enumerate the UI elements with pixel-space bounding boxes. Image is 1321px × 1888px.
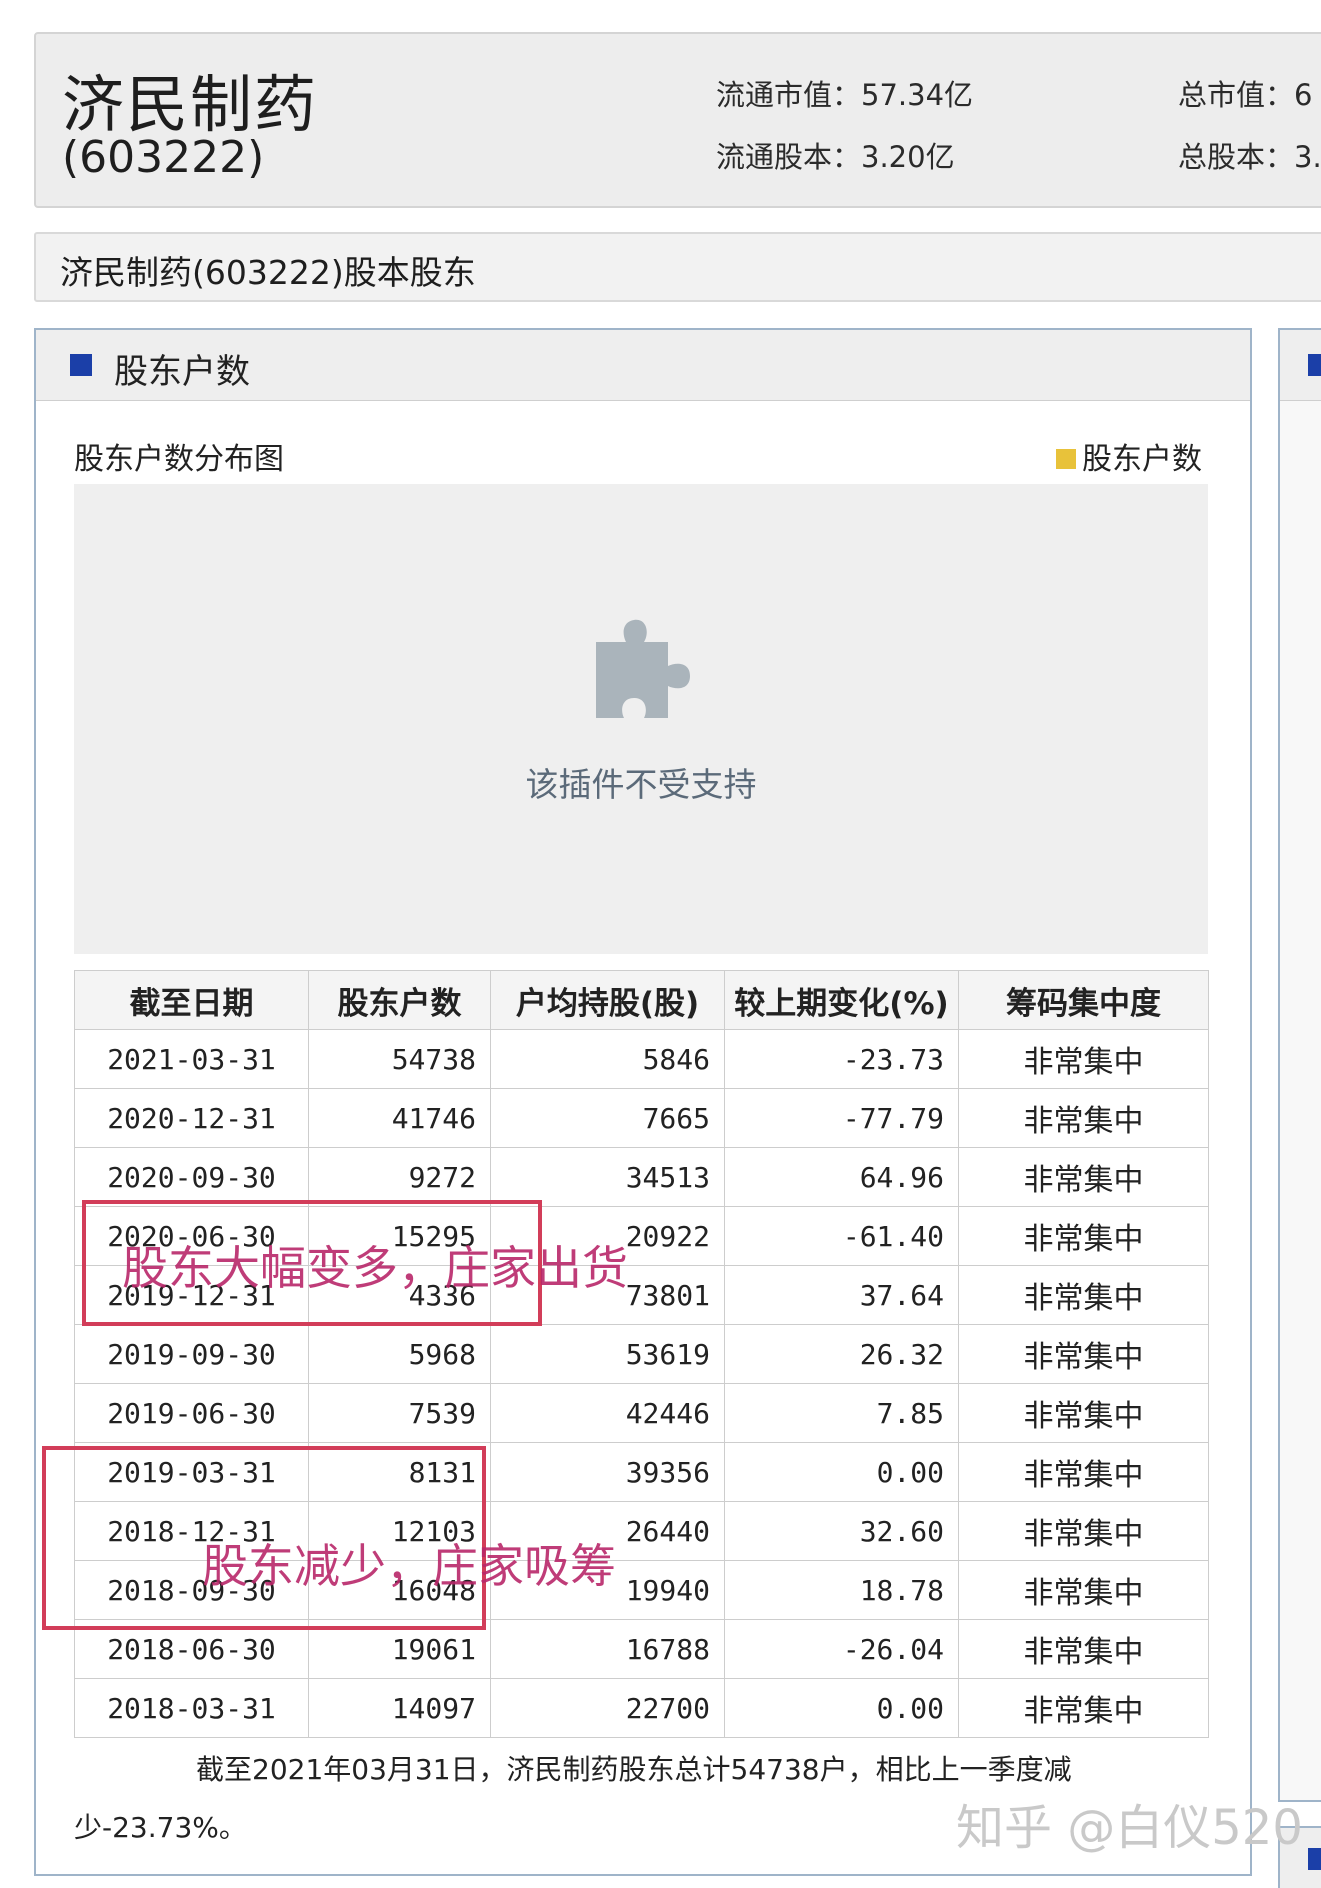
- cell-concentration: 非常集中: [958, 1619, 1209, 1679]
- cell-avg-shares: 34513: [490, 1147, 725, 1207]
- square-bullet-icon: [1308, 354, 1321, 376]
- cell-change: 7.85: [724, 1383, 959, 1443]
- cell-change: 0.00: [724, 1442, 959, 1502]
- total-mv-label: 总市值：: [1178, 78, 1295, 112]
- legend-swatch: [1056, 448, 1076, 469]
- float-shares: 流通股本：3.20亿: [716, 134, 955, 176]
- cell-change: -26.04: [724, 1619, 959, 1679]
- stock-header: 济民制药 (603222) 流通市值：57.34亿 流通股本：3.20亿 总市值…: [34, 32, 1321, 208]
- cell-change: 26.32: [724, 1324, 959, 1384]
- square-bullet-icon: [70, 354, 92, 376]
- cell-change: 18.78: [724, 1560, 959, 1620]
- float-shares-label: 流通股本：: [716, 140, 862, 174]
- cell-concentration: 非常集中: [958, 1560, 1209, 1620]
- cell-holders: 5968: [308, 1324, 491, 1384]
- cell-date: 2019-06-30: [74, 1383, 309, 1443]
- column-header-avg-shares: 户均持股(股): [490, 970, 725, 1030]
- summary-text-line2: 少-23.73%。: [74, 1811, 247, 1844]
- total-shares: 总股本：3.: [1178, 134, 1321, 176]
- column-header-holders: 股东户数: [308, 970, 491, 1030]
- float-mv-label: 流通市值：: [716, 78, 862, 112]
- table-row: 2019-09-30 5968 53619 26.32 非常集中: [74, 1324, 1209, 1384]
- table-row: 2020-12-31 41746 7665 -77.79 非常集中: [74, 1088, 1209, 1148]
- chart-title: 股东户数分布图: [74, 442, 284, 477]
- total-mv-value: 6: [1294, 78, 1313, 112]
- cell-change: -77.79: [724, 1088, 959, 1148]
- cell-holders: 41746: [308, 1088, 491, 1148]
- cell-concentration: 非常集中: [958, 1206, 1209, 1266]
- table-row: 2019-06-30 7539 42446 7.85 非常集中: [74, 1383, 1209, 1443]
- cell-date: 2020-12-31: [74, 1088, 309, 1148]
- cell-concentration: 非常集中: [958, 1678, 1209, 1738]
- plugin-placeholder[interactable]: 该插件不受支持: [74, 484, 1208, 954]
- column-header-concentration: 筹码集中度: [958, 970, 1209, 1030]
- cell-change: 32.60: [724, 1501, 959, 1561]
- cell-change: 64.96: [724, 1147, 959, 1207]
- legend-label: 股东户数: [1082, 442, 1202, 477]
- panel-header: 股东户数: [36, 330, 1250, 401]
- cell-date: 2021-03-31: [74, 1029, 309, 1089]
- chart-legend: 股东户数: [1056, 434, 1202, 478]
- cell-avg-shares: 39356: [490, 1442, 725, 1502]
- section-title: 济民制药(603222)股本股东: [60, 253, 476, 292]
- total-market-value: 总市值：6: [1178, 72, 1312, 114]
- adjacent-panel-header: [1280, 330, 1321, 401]
- adjacent-panel: [1278, 328, 1321, 1802]
- stock-name: 济民制药: [62, 68, 319, 141]
- cell-date: 2018-03-31: [74, 1678, 309, 1738]
- puzzle-piece-icon: [596, 619, 690, 718]
- stock-code: (603222): [62, 132, 265, 183]
- cell-avg-shares: 5846: [490, 1029, 725, 1089]
- cell-change: 37.64: [724, 1265, 959, 1325]
- watermark: 知乎 @白仪520: [956, 1800, 1303, 1856]
- cell-change: -23.73: [724, 1029, 959, 1089]
- summary-text-line1: 截至2021年03月31日，济民制药股东总计54738户，相比上一季度减: [196, 1753, 1072, 1786]
- cell-holders: 14097: [308, 1678, 491, 1738]
- cell-avg-shares: 53619: [490, 1324, 725, 1384]
- float-market-value: 流通市值：57.34亿: [716, 72, 973, 114]
- panel-title: 股东户数: [114, 352, 250, 392]
- table-row: 2021-03-31 54738 5846 -23.73 非常集中: [74, 1029, 1209, 1089]
- cell-avg-shares: 42446: [490, 1383, 725, 1443]
- cell-holders: 54738: [308, 1029, 491, 1089]
- cell-concentration: 非常集中: [958, 1265, 1209, 1325]
- cell-holders: 9272: [308, 1147, 491, 1207]
- column-header-date: 截至日期: [74, 970, 309, 1030]
- cell-concentration: 非常集中: [958, 1324, 1209, 1384]
- cell-concentration: 非常集中: [958, 1383, 1209, 1443]
- table-row: 2018-03-31 14097 22700 0.00 非常集中: [74, 1678, 1209, 1738]
- cell-avg-shares: 22700: [490, 1678, 725, 1738]
- cell-concentration: 非常集中: [958, 1501, 1209, 1561]
- cell-avg-shares: 7665: [490, 1088, 725, 1148]
- cell-concentration: 非常集中: [958, 1442, 1209, 1502]
- annotation-note-distribution: 股东大幅变多，庄家出货: [122, 1241, 628, 1295]
- plugin-message: 该插件不受支持: [525, 765, 757, 804]
- section-title-bar: 济民制药(603222)股本股东: [34, 232, 1321, 302]
- total-shares-label: 总股本：: [1178, 140, 1295, 174]
- cell-change: -61.40: [724, 1206, 959, 1266]
- annotation-note-accumulation: 股东减少，庄家吸筹: [202, 1539, 616, 1593]
- table-row: 2020-09-30 9272 34513 64.96 非常集中: [74, 1147, 1209, 1207]
- cell-concentration: 非常集中: [958, 1147, 1209, 1207]
- table-header-row: 截至日期 股东户数 户均持股(股) 较上期变化(%) 筹码集中度: [74, 970, 1209, 1030]
- cell-avg-shares: 16788: [490, 1619, 725, 1679]
- cell-concentration: 非常集中: [958, 1088, 1209, 1148]
- cell-date: 2020-09-30: [74, 1147, 309, 1207]
- square-bullet-icon: [1308, 1848, 1321, 1870]
- column-header-change: 较上期变化(%): [724, 970, 959, 1030]
- total-shares-value: 3.: [1294, 140, 1321, 174]
- float-shares-value: 3.20亿: [861, 140, 955, 174]
- float-mv-value: 57.34亿: [861, 78, 974, 112]
- cell-concentration: 非常集中: [958, 1029, 1209, 1089]
- cell-holders: 7539: [308, 1383, 491, 1443]
- cell-date: 2019-09-30: [74, 1324, 309, 1384]
- cell-change: 0.00: [724, 1678, 959, 1738]
